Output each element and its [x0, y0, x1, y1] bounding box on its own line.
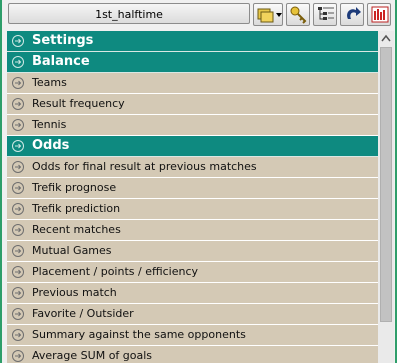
- list-item-label: Previous match: [32, 286, 117, 299]
- list-item-label: Teams: [32, 76, 67, 89]
- arrow-right-circle-icon: [12, 77, 24, 89]
- section-header[interactable]: Balance: [7, 52, 378, 73]
- section-header[interactable]: Settings: [7, 31, 378, 52]
- list-item[interactable]: Result frequency: [7, 94, 378, 115]
- list-item[interactable]: Odds for final result at previous matche…: [7, 157, 378, 178]
- list-item-label: Trefik prediction: [32, 202, 121, 215]
- redo-arrow-icon: [347, 7, 361, 19]
- list-item[interactable]: Summary against the same opponents: [7, 325, 378, 346]
- list-item-label: Average SUM of goals: [32, 349, 153, 362]
- list-item[interactable]: Trefik prediction: [7, 199, 378, 220]
- arrow-right-circle-icon: [12, 161, 24, 173]
- arrow-right-circle-icon: [12, 245, 24, 257]
- list-item[interactable]: Tennis: [7, 115, 378, 136]
- key-icon: [290, 6, 307, 24]
- category-list: Settings Balance Teams Result frequency Tenn…: [7, 31, 378, 363]
- list-item[interactable]: Mutual Games: [7, 241, 378, 262]
- list-item-label: Balance: [32, 54, 90, 69]
- scroll-up-icon[interactable]: [378, 31, 394, 46]
- list-item-label: Settings: [32, 33, 94, 48]
- section-header[interactable]: Odds: [7, 136, 378, 157]
- key-button[interactable]: [286, 3, 310, 26]
- arrow-right-circle-icon: [12, 308, 24, 320]
- arrow-right-circle-icon: [12, 182, 24, 194]
- list-item-label: Placement / points / efficiency: [32, 265, 198, 278]
- folder-dropdown-button[interactable]: [253, 3, 283, 26]
- arrow-right-circle-icon: [12, 140, 24, 152]
- list-item-label: Favorite / Outsider: [32, 307, 134, 320]
- list-item-label: Mutual Games: [32, 244, 112, 257]
- redo-button[interactable]: [340, 3, 364, 26]
- list-item-label: Recent matches: [32, 223, 121, 236]
- arrow-right-circle-icon: [12, 98, 24, 110]
- list-item[interactable]: Placement / points / efficiency: [7, 262, 378, 283]
- list-item[interactable]: Favorite / Outsider: [7, 304, 378, 325]
- arrow-right-circle-icon: [12, 329, 24, 341]
- chart-button[interactable]: [367, 3, 391, 26]
- bar-chart-icon: [371, 6, 389, 23]
- arrow-right-circle-icon: [12, 56, 24, 68]
- list-item[interactable]: Teams: [7, 73, 378, 94]
- arrow-right-circle-icon: [12, 350, 24, 362]
- list-item-label: Summary against the same opponents: [32, 328, 246, 341]
- list-item-label: Tennis: [32, 118, 67, 131]
- list-item-label: Odds for final result at previous matche…: [32, 160, 257, 173]
- tree-list-button[interactable]: [313, 3, 337, 26]
- panel: 1st_halftime Settings Balance Teams Resu…: [2, 0, 395, 363]
- arrow-right-circle-icon: [12, 35, 24, 47]
- toolbar: 1st_halftime: [2, 0, 395, 29]
- arrow-right-circle-icon: [12, 266, 24, 278]
- tree-list-icon: [318, 7, 334, 20]
- folder-dropdown-icon: [257, 8, 282, 23]
- list-item[interactable]: Recent matches: [7, 220, 378, 241]
- list-item[interactable]: Average SUM of goals: [7, 346, 378, 363]
- arrow-right-circle-icon: [12, 203, 24, 215]
- profile-selector[interactable]: 1st_halftime: [8, 3, 250, 24]
- list-item[interactable]: Trefik prognose: [7, 178, 378, 199]
- list-item-label: Result frequency: [32, 97, 125, 110]
- arrow-right-circle-icon: [12, 119, 24, 131]
- arrow-right-circle-icon: [12, 224, 24, 236]
- list-item-label: Trefik prognose: [32, 181, 117, 194]
- vertical-scrollbar[interactable]: [378, 31, 394, 363]
- arrow-right-circle-icon: [12, 287, 24, 299]
- list-item[interactable]: Previous match: [7, 283, 378, 304]
- scroll-thumb[interactable]: [380, 47, 392, 322]
- list-item-label: Odds: [32, 138, 70, 153]
